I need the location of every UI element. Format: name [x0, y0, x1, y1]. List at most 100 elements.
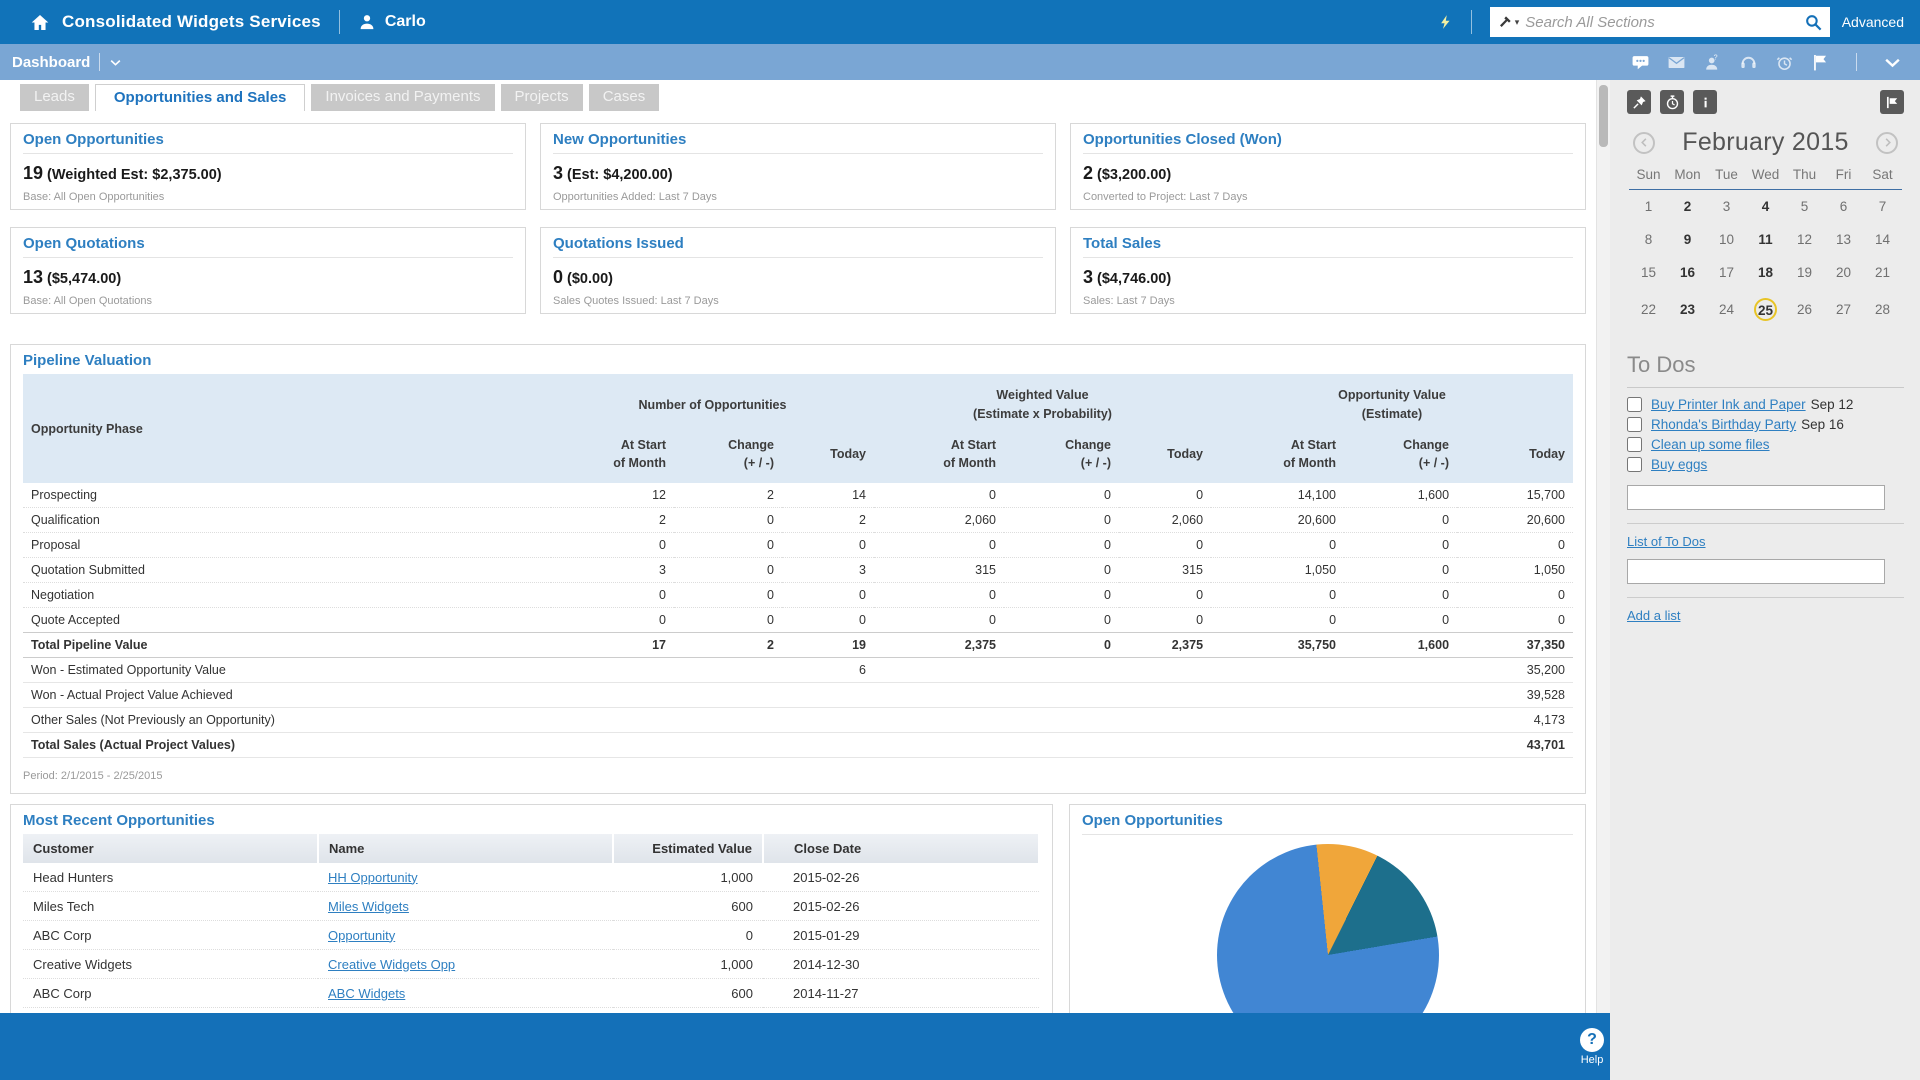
- info-icon[interactable]: [1693, 90, 1717, 114]
- calendar-day[interactable]: 17: [1707, 256, 1746, 289]
- recent-title[interactable]: Most Recent Opportunities: [23, 812, 1040, 834]
- tab-projects[interactable]: Projects: [501, 84, 583, 111]
- calendar-day[interactable]: 21: [1863, 256, 1902, 289]
- todo-link[interactable]: Buy Printer Ink and Paper: [1651, 397, 1806, 412]
- stopwatch-icon[interactable]: [1660, 90, 1684, 114]
- calendar-day[interactable]: 14: [1863, 223, 1902, 256]
- calendar-day[interactable]: 19: [1785, 256, 1824, 289]
- tab-opportunities-and-sales[interactable]: Opportunities and Sales: [95, 84, 306, 111]
- calendar-day[interactable]: 22: [1629, 289, 1668, 330]
- search-scope-tool-icon[interactable]: [1497, 14, 1513, 30]
- calendar-day[interactable]: 24: [1707, 289, 1746, 330]
- opportunity-link[interactable]: Opportunity: [328, 928, 395, 943]
- calendar-day[interactable]: 8: [1629, 223, 1668, 256]
- calendar-day[interactable]: 7: [1863, 190, 1902, 224]
- search-input[interactable]: [1525, 14, 1797, 31]
- tab-cases[interactable]: Cases: [589, 84, 660, 111]
- headset-icon[interactable]: [1739, 53, 1758, 72]
- alarm-icon[interactable]: [1775, 53, 1794, 72]
- cell: 0: [1344, 583, 1457, 608]
- calendar-day[interactable]: 11: [1746, 223, 1785, 256]
- todos-widget: To Dos Buy Printer Ink and Paper Sep 12 …: [1627, 352, 1904, 625]
- subheader-line: of Month: [1219, 454, 1336, 473]
- global-search[interactable]: ▾: [1490, 7, 1830, 37]
- tab-leads[interactable]: Leads: [20, 84, 89, 111]
- search-scope-caret-icon[interactable]: ▾: [1515, 17, 1520, 28]
- cell: 0: [874, 483, 1004, 508]
- lightning-icon[interactable]: [1438, 11, 1453, 33]
- opportunity-link[interactable]: HH Opportunity: [328, 870, 418, 885]
- calendar-day[interactable]: 12: [1785, 223, 1824, 256]
- calendar-day[interactable]: 10: [1707, 223, 1746, 256]
- calendar-day[interactable]: 4: [1746, 190, 1785, 224]
- calendar-day[interactable]: 9: [1668, 223, 1707, 256]
- opportunity-link[interactable]: Creative Widgets Opp: [328, 957, 455, 972]
- kpi-title[interactable]: Quotations Issued: [553, 235, 1043, 258]
- add-a-list-link[interactable]: Add a list: [1627, 608, 1680, 623]
- list-of-todos-link[interactable]: List of To Dos: [1627, 534, 1706, 549]
- opportunity-link[interactable]: Miles Widgets: [328, 899, 409, 914]
- pipeline-title[interactable]: Pipeline Valuation: [23, 352, 1573, 374]
- calendar-day[interactable]: 3: [1707, 190, 1746, 224]
- cell: 0: [1344, 608, 1457, 633]
- dashboard-chevron-down-icon[interactable]: [109, 56, 122, 69]
- kpi-title[interactable]: Opportunities Closed (Won): [1083, 131, 1573, 154]
- cell: 2: [782, 508, 874, 533]
- calendar-day[interactable]: 20: [1824, 256, 1863, 289]
- help-button[interactable]: ? Help: [1580, 1028, 1604, 1066]
- mail-icon[interactable]: [1667, 53, 1686, 72]
- todo-checkbox[interactable]: [1627, 457, 1642, 472]
- chat-icon[interactable]: [1631, 53, 1650, 72]
- calendar-day[interactable]: 1: [1629, 190, 1668, 224]
- kpi-title[interactable]: Open Opportunities: [23, 131, 513, 154]
- scrollbar-thumb[interactable]: [1599, 85, 1608, 147]
- pie-panel-title[interactable]: Open Opportunities: [1082, 812, 1573, 835]
- open-opportunities-pie[interactable]: [1217, 844, 1439, 1026]
- kpi-title[interactable]: Total Sales: [1083, 235, 1573, 258]
- advanced-search-link[interactable]: Advanced: [1842, 14, 1904, 30]
- opportunity-link[interactable]: ABC Widgets: [328, 986, 405, 1001]
- calendar-prev-icon[interactable]: [1633, 132, 1655, 154]
- calendar-day[interactable]: 2: [1668, 190, 1707, 224]
- calendar-day[interactable]: 16: [1668, 256, 1707, 289]
- vertical-scrollbar[interactable]: [1596, 80, 1610, 1080]
- calendar-day[interactable]: 13: [1824, 223, 1863, 256]
- pipeline-group-number: Number of Opportunities: [551, 374, 874, 430]
- todo-checkbox[interactable]: [1627, 397, 1642, 412]
- new-todo-input[interactable]: [1627, 485, 1885, 510]
- breadcrumb[interactable]: Dashboard: [12, 54, 90, 71]
- pipeline-row-won-estimated: Won - Estimated Opportunity Value 6 35,2…: [23, 658, 1573, 683]
- current-user[interactable]: Carlo: [385, 13, 426, 31]
- calendar-day-selected[interactable]: 25: [1746, 289, 1785, 330]
- kpi-title[interactable]: New Opportunities: [553, 131, 1043, 154]
- calendar-day[interactable]: 23: [1668, 289, 1707, 330]
- calendar-day[interactable]: 26: [1785, 289, 1824, 330]
- todo-checkbox[interactable]: [1627, 437, 1642, 452]
- calendar-day[interactable]: 27: [1824, 289, 1863, 330]
- todo-link[interactable]: Clean up some files: [1651, 437, 1770, 452]
- tab-invoices-and-payments[interactable]: Invoices and Payments: [311, 84, 494, 111]
- subbar-chevron-down-icon[interactable]: [1883, 53, 1902, 72]
- pin-icon[interactable]: [1627, 90, 1651, 114]
- calendar-day[interactable]: 28: [1863, 289, 1902, 330]
- todos-divider: [1627, 523, 1904, 524]
- cell: 0: [1211, 608, 1344, 633]
- flag-icon[interactable]: [1811, 53, 1830, 72]
- calendar-day[interactable]: 5: [1785, 190, 1824, 224]
- subheader-at-start: At Startof Month: [551, 430, 674, 484]
- company-name[interactable]: Consolidated Widgets Services: [62, 12, 321, 32]
- calendar-day[interactable]: 18: [1746, 256, 1785, 289]
- user-help-icon[interactable]: ?: [1703, 53, 1722, 72]
- kpi-title[interactable]: Open Quotations: [23, 235, 513, 258]
- todo-link[interactable]: Buy eggs: [1651, 457, 1707, 472]
- todo-link[interactable]: Rhonda's Birthday Party: [1651, 417, 1796, 432]
- home-icon[interactable]: [30, 13, 50, 32]
- todo-checkbox[interactable]: [1627, 417, 1642, 432]
- sidebar-toggle-icon[interactable]: [1880, 90, 1904, 114]
- calendar-day[interactable]: 6: [1824, 190, 1863, 224]
- todo-list-input[interactable]: [1627, 559, 1885, 584]
- calendar-next-icon[interactable]: [1876, 132, 1898, 154]
- calendar-day[interactable]: 15: [1629, 256, 1668, 289]
- search-icon[interactable]: [1804, 13, 1823, 32]
- cell: 43,701: [1457, 733, 1573, 758]
